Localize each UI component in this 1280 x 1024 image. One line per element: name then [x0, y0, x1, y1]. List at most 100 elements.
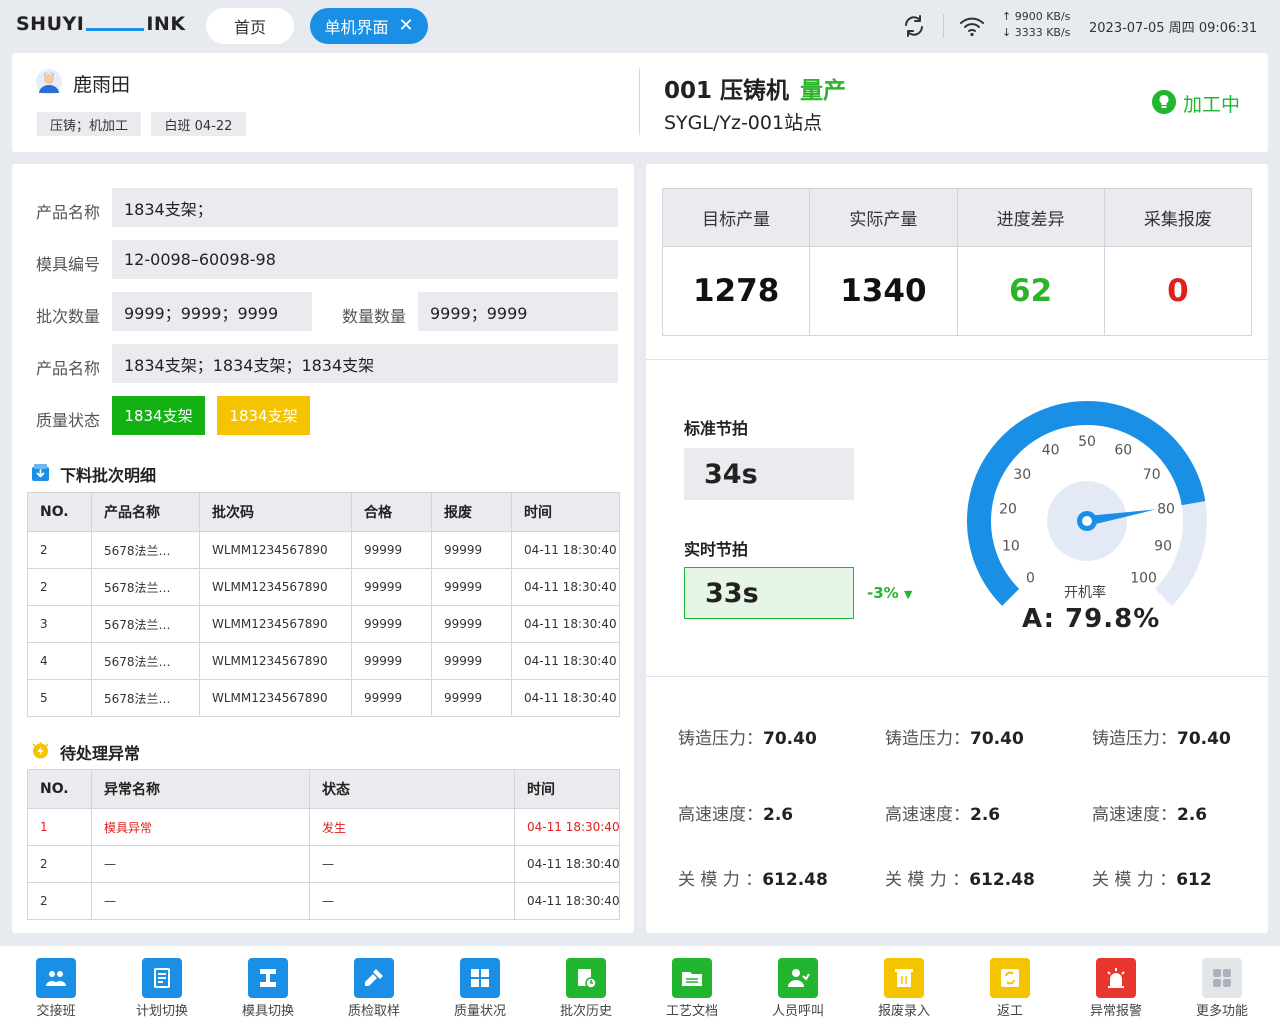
table-cell: 1 [27, 808, 92, 846]
tab-home[interactable]: 首页 [206, 8, 294, 44]
table-cell: 04-11 18:30:40 [514, 808, 620, 846]
toolbar-button-inspect[interactable]: 质检取样 [334, 958, 414, 1019]
triangle-down-icon: ▼ [903, 588, 913, 601]
param-item: 关 模 力 ：612 [1092, 865, 1212, 890]
download-box-icon [32, 464, 49, 481]
table-cell: 5 [27, 679, 92, 717]
toolbar-button-scrap[interactable]: 报废录入 [864, 958, 944, 1019]
toolbar-button-handover[interactable]: 交接班 [16, 958, 96, 1019]
param-label: 高速速度： [885, 805, 970, 825]
toolbar-button-label: 返工 [996, 1004, 1023, 1019]
table-row[interactable]: 2— —04-11 18:30:40 [27, 882, 620, 920]
gauge-tick-label: 90 [1154, 539, 1172, 555]
table-cell: 04-11 18:30:40 [511, 531, 620, 569]
toolbar-button-more[interactable]: 更多功能 [1182, 958, 1262, 1019]
table-cell: 5678法兰… [91, 568, 200, 606]
exception-table-body: 1 模具异常 发生 04-11 18:30:40 2— —04-11 18:30:40 2—… [27, 808, 620, 920]
table-header-row: NO. 异常名称 状态 时间 [27, 769, 620, 809]
table-cell: 99999 [351, 642, 432, 680]
toolbar-button-label: 更多功能 [1195, 1004, 1248, 1019]
toolbar-button-label: 异常报警 [1089, 1004, 1142, 1019]
param-value: 70.40 [1177, 729, 1231, 749]
top-bar: SHUYI INK 首页 单机界面 ✕ ↑ 9900 KB/s ↓ 3333 KB… [0, 0, 1280, 52]
toolbar-button-label: 计划切换 [135, 1004, 188, 1019]
product-field: 1834支架； [112, 188, 618, 227]
column-header: NO. [27, 492, 92, 532]
table-cell: 2 [27, 568, 92, 606]
toolbar-button-call[interactable]: 人员呼叫 [758, 958, 838, 1019]
kpi-value-diff: 62 [956, 246, 1105, 336]
table-cell: 99999 [351, 605, 432, 643]
table-cell: 2 [27, 531, 92, 569]
column-header: 时间 [514, 769, 620, 809]
table-row[interactable]: 1 模具异常 发生 04-11 18:30:40 [27, 808, 620, 846]
handover-icon [36, 958, 76, 998]
qty-label: 数量数量 [342, 307, 407, 326]
table-row[interactable]: 3 5678法兰… WLMM1234567890 99999 99999 04-11 18… [27, 605, 620, 643]
gauge-label: 开机率 [1064, 585, 1106, 601]
table-row[interactable]: 2 5678法兰… WLMM1234567890 99999 99999 04-11 18… [27, 531, 620, 569]
avatar [36, 69, 62, 95]
mold-icon [248, 958, 288, 998]
header-card: 鹿雨田 压铸；机加工 白班 04-22 001 压铸机 量产 SYGL/Yz-0… [12, 53, 1268, 152]
kpi-value-actual: 1340 [809, 246, 958, 336]
param-value: 612.48 [762, 870, 828, 890]
batch-section-title: 下料批次明细 [60, 466, 157, 485]
table-row[interactable]: 2 5678法兰… WLMM1234567890 99999 99999 04-11 18… [27, 568, 620, 606]
toolbar-button-quality[interactable]: 质量状况 [440, 958, 520, 1019]
divider [646, 676, 1268, 677]
table-cell: 04-11 18:30:40 [511, 605, 620, 643]
column-header: 合格 [351, 492, 432, 532]
quality-badge-ok: 1834支架 [112, 396, 205, 435]
param-item: 铸造压力：70.40 [885, 724, 1024, 749]
toolbar-button-folder[interactable]: 工艺文档 [652, 958, 732, 1019]
rework-icon [990, 958, 1030, 998]
close-icon[interactable]: ✕ [398, 17, 413, 35]
param-label: 高速速度： [678, 805, 763, 825]
product2-label: 产品名称 [36, 359, 101, 378]
tab-single-machine[interactable]: 单机界面 ✕ [310, 8, 428, 44]
param-item: 高速速度：2.6 [1092, 800, 1207, 825]
toolbar-button-alarm[interactable]: 异常报警 [1076, 958, 1156, 1019]
table-cell: 99999 [431, 568, 512, 606]
tag-shift: 白班 04-22 [151, 112, 246, 136]
machine-status: 加工中 [1183, 94, 1241, 116]
datetime: 2023-07-05 周四 09:06:31 [1089, 21, 1258, 36]
kpi-table: 目标产量 实际产量 进度差异 采集报废 1278 1340 62 0 [661, 188, 1253, 336]
toolbar-button-plan[interactable]: 计划切换 [122, 958, 202, 1019]
table-row[interactable]: 2— —04-11 18:30:40 [27, 845, 620, 883]
qty-field: 9999；9999 [418, 292, 618, 331]
table-cell: 5678法兰… [91, 531, 200, 569]
table-cell: WLMM1234567890 [199, 642, 352, 680]
param-label: 高速速度： [1092, 805, 1177, 825]
sync-icon[interactable] [902, 14, 926, 38]
column-header: NO. [27, 769, 92, 809]
table-cell: WLMM1234567890 [199, 605, 352, 643]
mold-field: 12-0098–60098-98 [112, 240, 618, 279]
toolbar-button-mold[interactable]: 模具切换 [228, 958, 308, 1019]
table-cell: 04-11 18:30:40 [511, 568, 620, 606]
batch-table-body: 2 5678法兰… WLMM1234567890 99999 99999 04-11 18… [27, 531, 620, 717]
quality-badge-warn: 1834支架 [217, 396, 310, 435]
param-item: 关 模 力 ：612.48 [885, 865, 1035, 890]
logo: SHUYI INK [16, 13, 186, 35]
batch-qty-label: 批次数量 [36, 307, 101, 326]
table-cell: 2 [27, 845, 92, 883]
table-cell: 5678法兰… [91, 642, 200, 680]
logo-left: SHUYI [16, 13, 85, 35]
gauge-needle-center [1082, 516, 1092, 526]
toolbar-button-history[interactable]: 批次历史 [546, 958, 626, 1019]
divider [943, 14, 944, 38]
toolbar-button-label: 人员呼叫 [771, 1004, 824, 1019]
table-cell: 04-11 18:30:40 [514, 882, 620, 920]
table-cell: 4 [27, 642, 92, 680]
table-cell: 99999 [351, 568, 432, 606]
table-cell: 99999 [431, 679, 512, 717]
table-row[interactable]: 4 5678法兰… WLMM1234567890 99999 99999 04-11 18… [27, 642, 620, 680]
toolbar-button-rework[interactable]: 返工 [970, 958, 1050, 1019]
table-row[interactable]: 5 5678法兰… WLMM1234567890 99999 99999 04-11 18… [27, 679, 620, 717]
std-beat-value: 34s [684, 448, 854, 500]
real-beat-value: 33s [684, 567, 854, 619]
gauge-tick-label: 100 [1130, 571, 1157, 587]
tab-label: 单机界面 [324, 18, 389, 37]
